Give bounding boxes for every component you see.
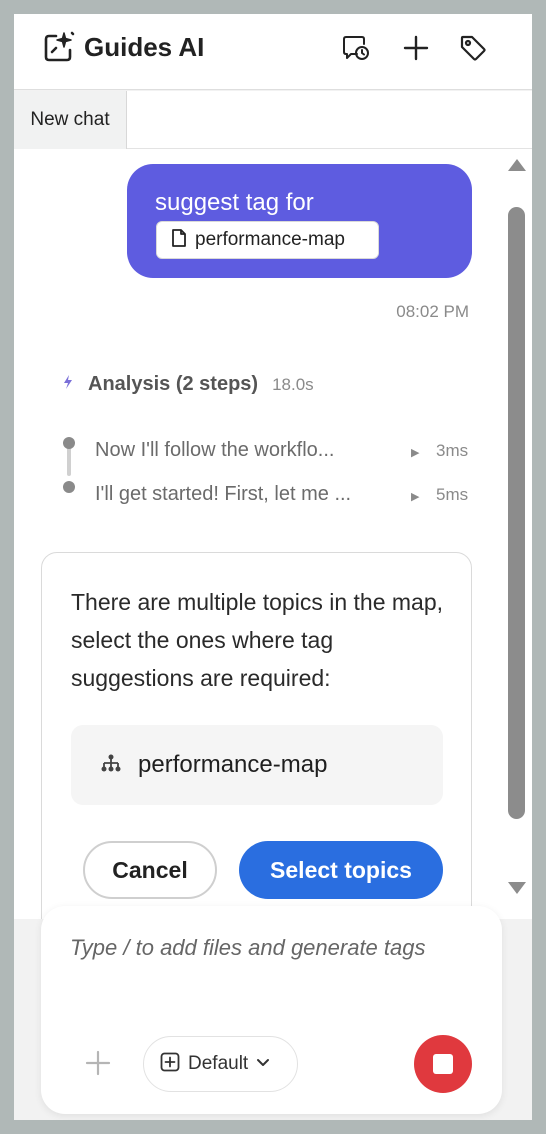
tag-icon[interactable]: [457, 32, 489, 64]
message-timestamp: 08:02 PM: [396, 302, 469, 321]
new-chat-plus-icon[interactable]: [400, 32, 432, 64]
prompt-input[interactable]: [70, 928, 470, 968]
hierarchy-icon: [100, 754, 122, 777]
add-box-icon: [160, 1052, 180, 1077]
analysis-step-time: 5ms: [436, 485, 469, 504]
guides-ai-panel: Guides AI New chat suggest tag for perfo…: [14, 14, 532, 1120]
select-topics-button[interactable]: Select topics: [239, 841, 443, 899]
user-message-bubble: suggest tag for performance-map: [127, 164, 472, 278]
sparkle-icon: [62, 375, 74, 394]
sparkle-image-icon: [42, 30, 76, 64]
user-message-text: suggest tag for: [155, 189, 314, 216]
mode-select[interactable]: Default: [143, 1036, 298, 1092]
chat-area: suggest tag for performance-map 08:02 PM…: [14, 149, 532, 919]
expand-caret-icon[interactable]: ▶: [411, 446, 419, 459]
analysis-step-time: 3ms: [436, 441, 469, 460]
tab-bar: New chat: [14, 91, 532, 149]
analysis-step-text[interactable]: I'll get started! First, let me ...: [95, 483, 351, 506]
chevron-down-icon: [256, 1055, 270, 1073]
attachment-chip[interactable]: performance-map: [156, 221, 379, 259]
analysis-step-text[interactable]: Now I'll follow the workflo...: [95, 439, 334, 462]
analysis-duration: 18.0s: [272, 374, 314, 394]
stop-icon: [433, 1054, 453, 1074]
cancel-button[interactable]: Cancel: [83, 841, 217, 899]
attachment-label: performance-map: [195, 229, 345, 250]
add-attachment-plus-icon[interactable]: [81, 1046, 115, 1080]
app-title: Guides AI: [84, 32, 205, 62]
topic-label: performance-map: [138, 751, 328, 778]
expand-caret-icon[interactable]: ▶: [411, 490, 419, 503]
stop-button[interactable]: [414, 1035, 472, 1093]
file-icon: [171, 228, 187, 253]
scroll-up-arrow[interactable]: [508, 159, 526, 171]
chat-history-icon[interactable]: [340, 32, 372, 64]
topic-item[interactable]: performance-map: [71, 725, 443, 805]
step-dot: [63, 481, 75, 493]
tab-new-chat[interactable]: New chat: [14, 91, 127, 149]
scroll-down-arrow[interactable]: [508, 882, 526, 894]
analysis-title: Analysis (2 steps): [88, 373, 259, 395]
composer: Default: [41, 906, 502, 1114]
mode-label: Default: [188, 1053, 249, 1074]
topic-selection-card: There are multiple topics in the map, se…: [41, 552, 472, 919]
assistant-message: There are multiple topics in the map, se…: [71, 589, 444, 691]
scrollbar-thumb[interactable]: [508, 207, 525, 819]
header: Guides AI: [14, 14, 532, 90]
step-dot: [63, 437, 75, 449]
analysis-toggle[interactable]: Analysis (2 steps) 18.0s: [62, 373, 314, 396]
